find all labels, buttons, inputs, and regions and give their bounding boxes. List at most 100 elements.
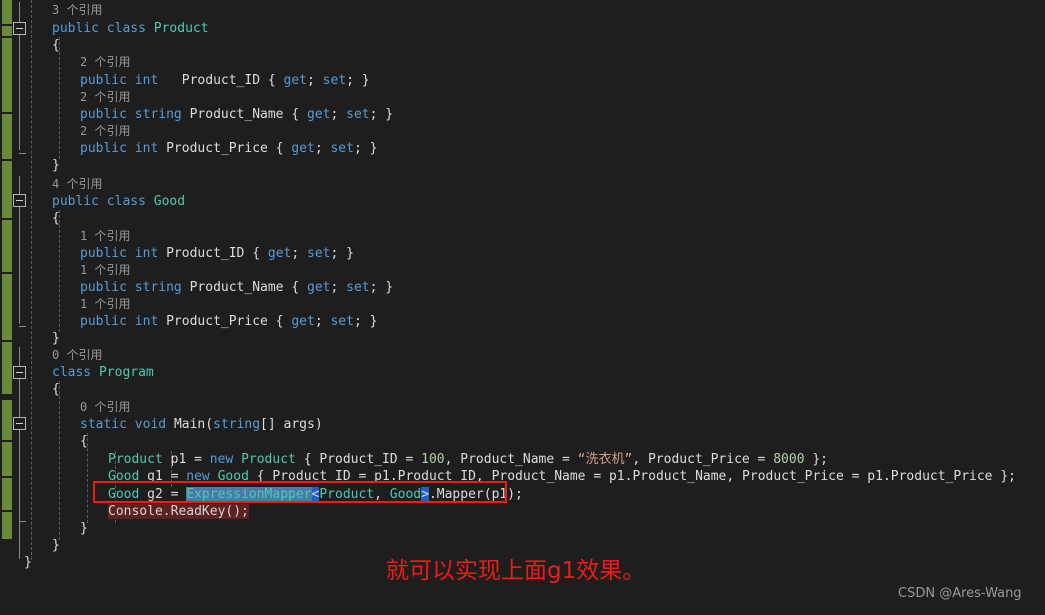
code-token: Product_ID (166, 246, 245, 261)
code-line[interactable]: Good g1 = new Good { Product_ID = p1.Pro… (108, 468, 1016, 485)
code-line[interactable]: static void Main(string[] args) (80, 416, 323, 433)
code-token: , (632, 452, 648, 467)
keyword-token: public (80, 280, 127, 295)
code-token: p1 (867, 469, 883, 484)
keyword-token: int (134, 314, 159, 329)
code-token: , (374, 487, 390, 502)
code-line[interactable]: } (52, 537, 60, 554)
code-editor-canvas: 3 个引用 public class Product{2 个引用 public in… (0, 0, 1045, 615)
keyword-token: set (330, 314, 354, 329)
codelens-reference-count[interactable]: 1 个引用 (80, 296, 130, 313)
code-token: Product_ID (319, 452, 398, 467)
type-token: Good (108, 469, 140, 484)
code-line[interactable]: } (80, 520, 88, 537)
code-token: . (428, 487, 437, 502)
code-token: Product_Name (189, 107, 284, 122)
code-line[interactable]: public string Product_Name { get; set; } (80, 106, 393, 123)
code-line[interactable]: public int Product_Price { get; set; } (80, 313, 377, 330)
keyword-token: public (52, 194, 99, 209)
code-token: } (52, 538, 60, 553)
codelens-reference-count[interactable]: 1 个引用 (80, 262, 130, 279)
code-token: Product_Name (189, 280, 284, 295)
code-token: Product_Price (742, 469, 844, 484)
type-token: Good (217, 469, 249, 484)
code-token: Mapper (436, 487, 484, 502)
code-token: ; (314, 314, 331, 329)
code-token: = (162, 487, 187, 502)
keyword-token: string (134, 280, 182, 295)
code-token: ; } (369, 107, 394, 122)
code-token: p1 (374, 469, 390, 484)
code-line[interactable]: public class Good (52, 193, 185, 210)
codelens-reference-count[interactable]: 0 个引用 (52, 347, 102, 364)
bracket-match-token: > (421, 487, 429, 502)
code-line[interactable]: } (52, 330, 60, 347)
code-line[interactable]: public int Product_Price { get; set; } (80, 140, 377, 157)
keyword-token: get (267, 246, 292, 261)
codelens-reference-count[interactable]: 2 个引用 (80, 123, 130, 140)
code-line[interactable]: public int Product_ID { get; set; } (80, 245, 354, 262)
code-token: }; (804, 452, 829, 467)
codelens-reference-count[interactable]: 3 个引用 (52, 2, 102, 19)
code-line[interactable]: class Program (52, 364, 154, 381)
number-token: 100 (421, 452, 445, 467)
code-token: { (52, 38, 60, 53)
annotation-caption: 就可以实现上面g1效果。 (386, 558, 646, 584)
code-line[interactable]: Good g2 = ExpressionMapper<Product, Good… (108, 486, 523, 503)
codelens-reference-count[interactable]: 2 个引用 (80, 89, 130, 106)
code-token: Product_Name (491, 469, 586, 484)
code-line[interactable]: } (24, 554, 32, 571)
type-token: Good (389, 487, 422, 502)
codelens-reference-count[interactable]: 0 个引用 (80, 399, 130, 416)
code-token: ; (330, 280, 347, 295)
keyword-token: public (80, 107, 127, 122)
code-line[interactable]: public string Product_Name { get; set; } (80, 279, 393, 296)
code-token: = (585, 469, 609, 484)
code-line[interactable]: public class Product (52, 20, 209, 37)
codelens-reference-count[interactable]: 1 个引用 (80, 228, 130, 245)
code-token: g1 (147, 469, 163, 484)
code-line[interactable]: { (52, 381, 60, 398)
keyword-token: new (186, 469, 210, 484)
type-token: Good (153, 194, 186, 209)
code-line[interactable]: { (52, 37, 60, 54)
code-line[interactable]: public int Product_ID { get; set; } (80, 72, 370, 89)
code-token: { (248, 469, 273, 484)
code-line[interactable]: { (80, 433, 88, 450)
code-token: [] (260, 417, 284, 432)
keyword-token: void (134, 417, 167, 432)
keyword-token: public (80, 73, 127, 88)
codelens-reference-count[interactable]: 2 个引用 (80, 54, 130, 71)
code-token: Product_Name (460, 452, 555, 467)
codelens-reference-count[interactable]: 4 个引用 (52, 176, 102, 193)
keyword-token: int (134, 141, 159, 156)
selected-token: ExpressionMapper (186, 487, 312, 502)
code-text-layer[interactable]: 3 个引用 public class Product{2 个引用 public in… (0, 0, 1045, 615)
code-token: ; (291, 246, 308, 261)
type-token: Product (319, 487, 375, 502)
code-token: ; } (353, 141, 378, 156)
code-line[interactable]: { (52, 210, 60, 227)
code-token: { (244, 246, 268, 261)
code-line[interactable]: Product p1 = new Product { Product_ID = … (108, 451, 828, 468)
code-token: = (554, 452, 578, 467)
code-token: Product_ID (272, 469, 351, 484)
keyword-token: public (52, 21, 99, 36)
code-token: = (397, 452, 422, 467)
code-token: { (267, 141, 292, 156)
code-line[interactable]: } (52, 157, 60, 174)
code-token: = (350, 469, 375, 484)
code-line[interactable]: Console.ReadKey(); (108, 503, 249, 520)
keyword-token: class (106, 21, 146, 36)
keyword-token: int (134, 73, 159, 88)
code-token: } (24, 555, 32, 570)
